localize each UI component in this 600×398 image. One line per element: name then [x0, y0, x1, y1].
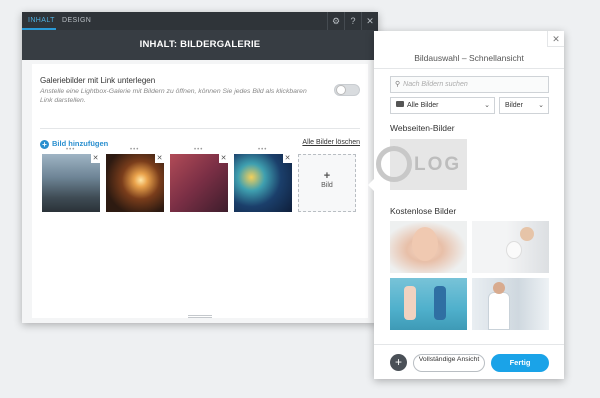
tab-bar: INHALT DESIGN ⚙ ? ✕ [22, 12, 378, 30]
chevron-down-icon: ⌄ [538, 102, 544, 109]
person-shape [404, 286, 416, 320]
gallery-thumbnail[interactable]: ••• ✕ [234, 147, 292, 212]
section-heading-free: Kostenlose Bilder [390, 206, 457, 216]
link-option-title: Galeriebilder mit Link unterlegen [40, 76, 156, 85]
free-image[interactable] [472, 221, 549, 273]
type-select-value: Bilder [505, 102, 523, 109]
divider [374, 68, 564, 69]
image-picker-panel: ✕ Bildauswahl – Schnellansicht ⚲ Nach Bil… [368, 31, 564, 379]
dialog-title: INHALT: BILDERGALERIE [22, 30, 378, 60]
add-image-box-label: Bild [321, 182, 333, 189]
website-image-logo[interactable]: LOG [376, 139, 467, 190]
drag-handle-icon[interactable]: ••• [66, 147, 75, 153]
drag-handle-icon[interactable]: ••• [258, 147, 267, 153]
logo-ring-shape [376, 146, 412, 182]
plus-icon: + [323, 170, 331, 182]
picker-title: Bildauswahl – Schnellansicht [414, 53, 524, 63]
doctor-shape [488, 292, 510, 330]
gallery-thumbnail[interactable]: ••• ✕ [42, 147, 100, 212]
add-image-box[interactable]: + Bild [298, 154, 356, 212]
remove-image-icon[interactable]: ✕ [219, 154, 228, 163]
remove-image-icon[interactable]: ✕ [283, 154, 292, 163]
remove-image-icon[interactable]: ✕ [91, 154, 100, 163]
toggle-knob [336, 85, 346, 95]
free-image[interactable] [472, 278, 549, 330]
panel-pointer [368, 179, 374, 191]
person-shape [520, 227, 534, 241]
section-heading-website: Webseiten-Bilder [390, 123, 455, 133]
add-button[interactable]: + [390, 354, 407, 371]
done-button[interactable]: Fertig [491, 354, 549, 372]
face-shape [493, 282, 505, 294]
logo-text: LOG [414, 154, 462, 175]
search-input[interactable]: ⚲ Nach Bildern suchen [390, 76, 549, 93]
link-option-toggle[interactable] [334, 84, 360, 96]
plus-icon: + [40, 140, 49, 149]
settings-icon[interactable]: ⚙ [327, 12, 344, 30]
free-image[interactable] [390, 221, 467, 273]
face-shape [412, 227, 438, 261]
chevron-down-icon: ⌄ [484, 102, 490, 109]
gallery-thumbnail[interactable]: ••• ✕ [106, 147, 164, 212]
remove-image-icon[interactable]: ✕ [155, 154, 164, 163]
clear-all-images-link[interactable]: Alle Bilder löschen [302, 139, 360, 146]
close-icon[interactable]: ✕ [547, 31, 564, 47]
search-placeholder: Nach Bildern suchen [403, 81, 468, 88]
folder-icon [396, 101, 404, 107]
drag-handle-icon[interactable]: ••• [130, 147, 139, 153]
tab-design[interactable]: DESIGN [56, 12, 92, 30]
picker-footer: + Vollständige Ansicht Fertig [374, 344, 564, 379]
folder-select[interactable]: Alle Bilder ⌄ [390, 97, 495, 114]
dog-shape [506, 241, 522, 259]
folder-select-value: Alle Bilder [407, 102, 439, 109]
close-icon[interactable]: ✕ [361, 12, 378, 30]
tab-content[interactable]: INHALT [22, 12, 56, 30]
content-panel: Galeriebilder mit Link unterlegen Anstel… [32, 64, 368, 318]
person-shape [434, 286, 446, 320]
type-select[interactable]: Bilder ⌄ [499, 97, 549, 114]
resize-grip-icon[interactable] [188, 315, 212, 318]
help-button[interactable]: ? [344, 12, 361, 30]
link-option-description: Anstelle eine Lightbox-Galerie mit Bilde… [40, 88, 307, 104]
drag-handle-icon[interactable]: ••• [194, 147, 203, 153]
gallery-dialog: INHALT DESIGN ⚙ ? ✕ INHALT: BILDERGALERI… [22, 12, 378, 323]
free-image[interactable] [390, 278, 467, 330]
add-image-label: Bild hinzufügen [52, 139, 109, 148]
divider [40, 128, 360, 129]
full-view-button[interactable]: Vollständige Ansicht [413, 354, 485, 372]
search-icon: ⚲ [395, 81, 401, 88]
gallery-thumbnail[interactable]: ••• ✕ [170, 147, 228, 212]
